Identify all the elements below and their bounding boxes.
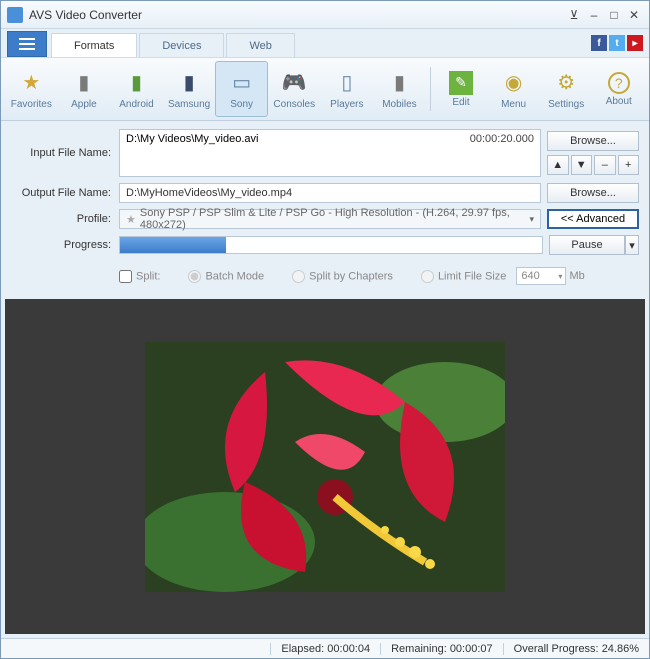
split-checkbox[interactable]: Split: [119,270,160,283]
move-down-button[interactable]: ▼ [571,155,593,175]
form-area: Input File Name: D:\My Videos\My_video.a… [1,121,649,299]
input-file-list[interactable]: D:\My Videos\My_video.avi 00:00:20.000 [119,129,541,177]
toolbar-samsung[interactable]: ▮Samsung [163,61,216,117]
progress-bar [119,236,543,254]
progress-fill [120,237,226,253]
preview-frame [145,342,505,592]
restore-down-icon[interactable]: ⊻ [565,7,583,23]
input-file-duration: 00:00:20.000 [470,133,534,145]
toolbar-favorites[interactable]: ★Favorites [5,61,58,117]
move-up-button[interactable]: ▲ [547,155,569,175]
sony-device-icon: ▭ [228,69,256,97]
console-icon: 🎮 [280,69,308,97]
add-file-button[interactable]: + [618,155,640,175]
browse-input-button[interactable]: Browse... [547,131,639,151]
disc-icon: ◉ [500,69,528,97]
split-chapters-radio[interactable]: Split by Chapters [292,270,393,283]
toolbar-apple[interactable]: ▮Apple [58,61,111,117]
close-button[interactable]: ✕ [625,7,643,23]
tab-web[interactable]: Web [226,33,294,57]
toolbar-players[interactable]: ▯Players [321,61,374,117]
output-file-input[interactable] [119,183,541,203]
batch-mode-radio[interactable]: Batch Mode [188,270,264,283]
flower-image [145,342,505,592]
toolbar-edit[interactable]: ✎Edit [435,61,488,117]
toolbar-android[interactable]: ▮Android [110,61,163,117]
split-options: Split: Batch Mode Split by Chapters Limi… [11,261,639,293]
youtube-icon[interactable]: ▸ [627,35,643,51]
profile-text: Sony PSP / PSP Slim & Lite / PSP Go - Hi… [140,207,534,231]
remove-file-button[interactable]: – [594,155,616,175]
star-icon: ★ [126,213,136,226]
tab-devices[interactable]: Devices [139,33,224,57]
toolbar-menu[interactable]: ◉Menu [487,61,540,117]
output-label: Output File Name: [11,187,119,199]
video-preview [5,299,645,634]
samsung-device-icon: ▮ [175,69,203,97]
android-device-icon: ▮ [122,69,150,97]
titlebar: AVS Video Converter ⊻ – □ ✕ [1,1,649,29]
toolbar-consoles[interactable]: 🎮Consoles [268,61,321,117]
social-links: f t ▸ [591,29,649,57]
pause-dropdown[interactable]: ▾ [625,235,639,255]
toolbar-mobiles[interactable]: ▮Mobiles [373,61,426,117]
status-elapsed: Elapsed: 00:00:04 [270,643,380,655]
statusbar: Elapsed: 00:00:04 Remaining: 00:00:07 Ov… [1,638,649,658]
edit-icon: ✎ [449,71,473,95]
pause-button[interactable]: Pause [549,235,625,255]
device-toolbar: ★Favorites ▮Apple ▮Android ▮Samsung ▭Son… [1,57,649,121]
input-file-path: D:\My Videos\My_video.avi [126,133,258,145]
limit-size-radio[interactable]: Limit File Size [421,270,506,283]
browse-output-button[interactable]: Browse... [547,183,639,203]
app-icon [7,7,23,23]
limit-size-combo[interactable]: 640 [516,267,566,285]
main-tabs: Formats Devices Web f t ▸ [1,29,649,57]
toolbar-sony[interactable]: ▭Sony [215,61,268,117]
maximize-button[interactable]: □ [605,7,623,23]
app-window: AVS Video Converter ⊻ – □ ✕ Formats Devi… [0,0,650,659]
profile-combo[interactable]: ★ Sony PSP / PSP Slim & Lite / PSP Go - … [119,209,541,229]
view-toggle-button[interactable] [7,31,47,57]
help-icon: ? [608,72,630,94]
tab-formats[interactable]: Formats [51,33,137,57]
status-overall: Overall Progress: 24.86% [503,643,649,655]
progress-label: Progress: [11,239,119,251]
separator [430,67,431,111]
window-title: AVS Video Converter [29,8,563,22]
toolbar-about[interactable]: ?About [592,61,645,117]
mobile-icon: ▮ [385,69,413,97]
minimize-button[interactable]: – [585,7,603,23]
input-label: Input File Name: [11,147,119,159]
advanced-button[interactable]: << Advanced [547,209,639,229]
facebook-icon[interactable]: f [591,35,607,51]
list-icon [19,38,35,50]
player-icon: ▯ [333,69,361,97]
gear-icon: ⚙ [552,69,580,97]
profile-label: Profile: [11,213,119,225]
twitter-icon[interactable]: t [609,35,625,51]
star-icon: ★ [17,69,45,97]
toolbar-settings[interactable]: ⚙Settings [540,61,593,117]
apple-device-icon: ▮ [70,69,98,97]
status-remaining: Remaining: 00:00:07 [380,643,503,655]
